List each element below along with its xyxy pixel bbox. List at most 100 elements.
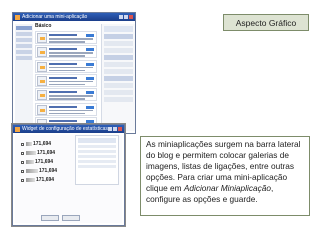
gadget-thumbnail-icon [37,61,47,72]
counter-value: 171,694 [35,159,54,165]
gadget-title-line [49,48,77,51]
radio-button [21,178,24,182]
add-gadget-button [86,105,94,109]
gadget-desc-line [49,98,85,100]
gadget-list-item [35,45,97,59]
counter-graphic [26,160,34,164]
layout-block [104,55,133,60]
category-item [16,26,32,30]
gadget-thumbnail-icon [37,104,47,115]
counter-style-option: 171,694 [21,177,54,183]
radio-button [21,151,24,155]
counter-graphic [26,169,38,173]
category-item [16,56,32,60]
layout-block [104,90,133,95]
close-icon [129,15,133,19]
gadget-list-item [35,73,97,87]
gadget-desc-line [49,95,93,97]
gadget-desc-line [49,83,85,86]
gadget-thumbnail-icon [37,75,47,86]
window-controls [119,15,133,19]
counter-style-option: 171,694 [21,150,55,156]
gadget-desc-line [49,41,85,43]
stats-config-window-title: Widget de configuração de estatísticas [22,126,108,132]
maximize-icon [113,127,117,131]
counter-preview: 171,694 [26,159,53,165]
layout-block [104,69,133,74]
counter-value: 171,694 [33,141,52,147]
layout-block [104,34,133,39]
slide-title: Aspecto Gráfico [223,14,309,31]
gadget-title-line [49,105,77,108]
minimize-icon [119,15,123,19]
layout-block [104,97,133,102]
add-gadget-term: Adicionar Miniaplicação [183,183,271,193]
stats-preview-pane [75,135,119,185]
blogger-icon [15,14,20,20]
slide-description: As miniaplicações surgem na barra latera… [140,136,310,216]
add-gadget-screenshot: Adicionar uma mini-aplicação Básico [12,12,136,134]
category-item [16,44,32,48]
stats-config-screenshot: Widget de configuração de estatísticas 1… [12,124,125,226]
gadget-list-item [35,59,97,73]
close-icon [118,127,122,131]
gadget-thumbnail-icon [37,47,47,58]
preview-row [78,145,116,148]
category-item [16,32,32,36]
gadget-desc-line [49,66,93,69]
counter-style-option: 171,694 [21,159,53,165]
counter-graphic [26,151,36,155]
counter-preview: 171,694 [26,150,55,156]
preview-row [78,155,116,158]
counter-value: 171,694 [39,168,58,174]
gadget-desc-line [49,112,85,114]
add-gadget-button [86,91,94,95]
counter-style-option: 171,694 [21,141,51,147]
gadget-title-line [49,91,77,94]
gadget-title-line [49,76,77,79]
add-gadget-button [86,62,94,66]
gadget-desc-line [49,55,85,57]
layout-block [104,41,133,46]
layout-block [104,48,133,53]
counter-graphic [26,178,35,182]
blogger-icon [15,126,20,132]
window-controls [108,127,122,131]
gadget-list-item [35,31,97,44]
blog-layout-pane [101,24,135,131]
gadget-section-title: Básico [35,23,52,29]
gadget-list-item [35,88,97,102]
minimize-icon [108,127,112,131]
radio-button [21,160,24,164]
gadget-desc-line [49,109,93,111]
layout-block [104,83,133,88]
add-gadget-titlebar: Adicionar uma mini-aplicação [13,13,135,21]
gadget-title-line [49,119,77,122]
gadget-thumbnail-icon [37,33,47,43]
add-gadget-button [86,34,94,37]
counter-preview: 171,694 [26,168,57,174]
preview-row [78,165,116,168]
add-gadget-button [86,48,94,52]
category-item [16,50,32,54]
add-gadget-window-title: Adicionar uma mini-aplicação [22,14,88,20]
layout-block [104,76,133,81]
preview-row [78,150,116,153]
counter-value: 171,694 [36,177,55,183]
cancel-button [62,215,80,221]
counter-preview: 171,694 [26,141,51,147]
slide: Adicionar uma mini-aplicação Básico Widg… [0,0,320,240]
preview-row [78,160,116,163]
counter-graphic [26,142,32,146]
gadget-title-line [49,34,77,36]
gadget-category-sidebar [15,24,33,131]
save-button [41,215,59,221]
stats-config-titlebar: Widget de configuração de estatísticas [13,125,124,133]
counter-preview: 171,694 [26,177,54,183]
add-gadget-button [86,119,94,123]
gadget-title-line [49,62,77,65]
gadget-desc-line [49,80,93,83]
category-item [16,38,32,42]
blog-header-block [104,26,133,32]
radio-button [21,142,24,146]
